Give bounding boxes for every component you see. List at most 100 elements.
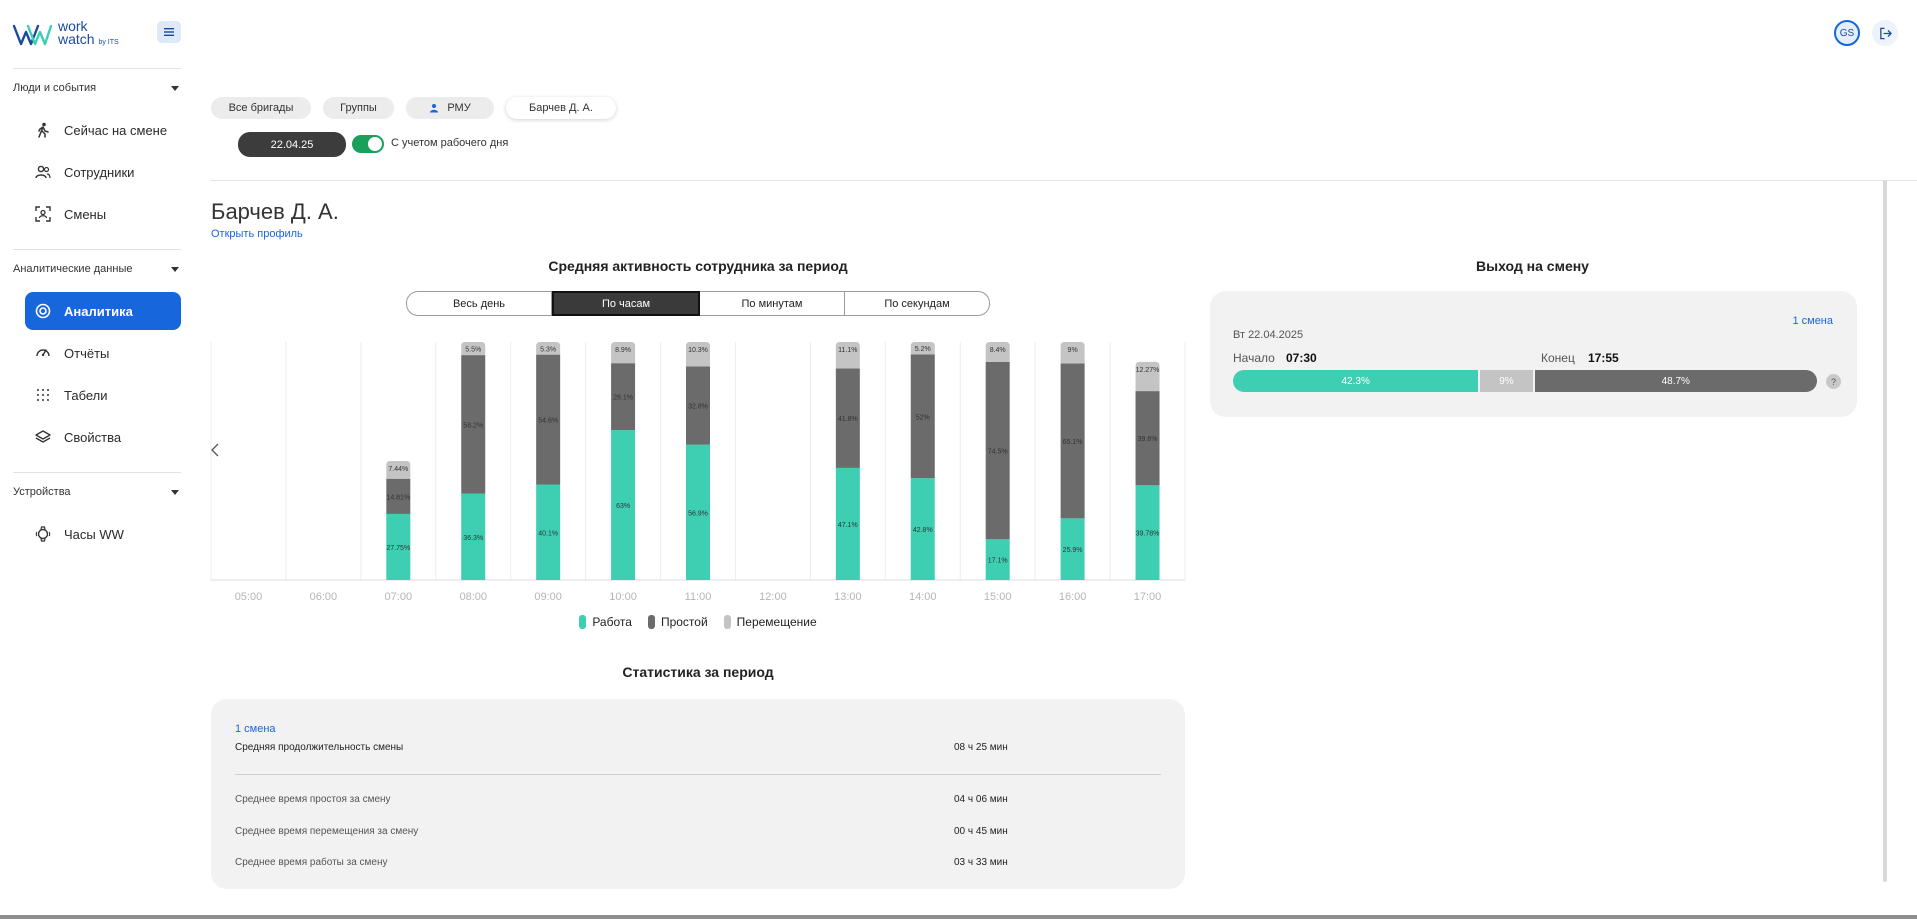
stats-title: Статистика за период — [622, 664, 774, 680]
hamburger-icon — [164, 28, 174, 36]
shift-card: 1 смена Вт 22.04.2025 Начало 07:30 Конец… — [1210, 291, 1857, 417]
shift-date: Вт 22.04.2025 — [1233, 329, 1304, 341]
bar-data-label: 8.9% — [615, 347, 631, 354]
filter-employee[interactable]: Барчев Д. А. — [506, 97, 616, 119]
sidebar-section-devices[interactable]: Устройства — [13, 486, 181, 498]
bar-data-label: 47.1% — [838, 522, 858, 529]
people-icon — [34, 163, 52, 181]
user-avatar[interactable]: GS — [1834, 20, 1860, 46]
sidebar-item-label: Часы WW — [64, 526, 124, 542]
date-picker-button[interactable]: 22.04.25 — [238, 132, 346, 157]
bar-data-label: 36.3% — [463, 535, 483, 542]
bar-data-label: 56.9% — [688, 510, 708, 517]
walking-person-icon — [34, 121, 52, 139]
bar-data-label: 27.75% — [386, 545, 410, 552]
filter-groups[interactable]: Группы — [323, 97, 394, 119]
pill-label: Все бригады — [228, 102, 294, 114]
workday-toggle[interactable] — [352, 135, 384, 153]
employee-name: Барчев Д. А. — [211, 199, 339, 224]
legend-item-idle[interactable]: Простой — [647, 615, 708, 629]
x-tick-label: 07:00 — [385, 591, 413, 603]
help-icon[interactable]: ? — [1826, 374, 1841, 389]
x-tick-label: 16:00 — [1059, 591, 1087, 603]
sidebar-item-timesheets[interactable]: Табели — [25, 376, 181, 414]
sidebar-item-label: Аналитика — [64, 303, 133, 319]
pill-label: Барчев Д. А. — [529, 102, 593, 114]
sidebar-item-analytics[interactable]: Аналитика — [25, 292, 181, 330]
pill-label: Группы — [340, 102, 377, 114]
sidebar-section-people[interactable]: Люди и события — [13, 82, 181, 94]
x-tick-label: 13:00 — [834, 591, 862, 603]
chart-prev-button[interactable] — [208, 440, 222, 460]
toggle-knob — [368, 137, 382, 151]
shift-bar-segment: 48.7% — [1534, 370, 1817, 392]
bar-segment — [686, 342, 710, 367]
bar-data-label: 32.8% — [688, 404, 708, 411]
shift-end-value: 17:55 — [1588, 351, 1619, 365]
sidebar-section-analytics[interactable]: Аналитические данные — [13, 263, 181, 275]
mode-all-day[interactable]: Весь день — [406, 291, 552, 316]
shift-start-value: 07:30 — [1286, 351, 1317, 365]
sidebar: work watch by ITS Люди и события Сейчас … — [0, 0, 192, 919]
bar-data-label: 28.1% — [613, 395, 633, 402]
bar-data-label: 54.6% — [538, 418, 558, 425]
legend-label: Работа — [592, 615, 632, 629]
stats-row-work: Среднее время работы за смену 03 ч 33 ми… — [235, 857, 1161, 868]
x-tick-label: 12:00 — [759, 591, 787, 603]
bar-data-label: 9% — [1068, 347, 1078, 354]
page-scrollbar[interactable] — [1883, 180, 1887, 882]
legend-label: Простой — [660, 615, 708, 629]
x-tick-label: 14:00 — [909, 591, 937, 603]
sidebar-item-employees[interactable]: Сотрудники — [25, 153, 181, 191]
shift-start-label: Начало — [1233, 351, 1275, 365]
sidebar-item-shifts[interactable]: Смены — [25, 195, 181, 233]
shift-number-link[interactable]: 1 смена — [1792, 315, 1833, 327]
bar-data-label: 12.27% — [1136, 367, 1160, 374]
mode-hourly[interactable]: По часам — [552, 291, 700, 316]
bar-data-label: 7.44% — [388, 466, 408, 473]
filter-rmu[interactable]: РМУ — [406, 97, 494, 119]
legend-item-work[interactable]: Работа — [579, 615, 632, 629]
x-tick-label: 11:00 — [685, 591, 712, 603]
chevron-down-icon — [171, 266, 179, 272]
avatar-initials: GS — [1839, 27, 1855, 39]
bar-data-label: 65.1% — [1063, 439, 1083, 446]
bar-segment — [835, 342, 860, 369]
legend-label: Перемещение — [736, 615, 817, 629]
open-profile-link[interactable]: Открыть профиль — [211, 228, 303, 240]
sidebar-item-label: Табели — [64, 387, 108, 403]
bar-data-label: 17.1% — [988, 558, 1008, 565]
shift-title: Выход на смену — [1476, 258, 1589, 274]
x-tick-label: 15:00 — [984, 591, 1012, 603]
bar-data-label: 11.1% — [838, 347, 857, 354]
chevron-down-icon — [171, 489, 179, 495]
mode-minutes[interactable]: По минутам — [700, 291, 845, 316]
stats-value: 00 ч 45 мин — [954, 826, 1008, 837]
stats-row-movement: Среднее время перемещения за смену 00 ч … — [235, 826, 1161, 837]
shift-bar-segment: 9% — [1480, 370, 1533, 392]
sidebar-item-reports[interactable]: Отчёты — [25, 334, 181, 372]
sidebar-item-label: Смены — [64, 206, 107, 222]
chevron-down-icon — [171, 85, 179, 91]
legend-item-movement[interactable]: Перемещение — [723, 615, 817, 629]
mode-seconds[interactable]: По секундам — [845, 291, 990, 316]
app-logo[interactable]: work watch by ITS — [12, 19, 119, 49]
filter-all-brigades[interactable]: Все бригады — [211, 97, 311, 119]
content-divider — [210, 180, 1917, 181]
bar-data-label: 5.2% — [915, 346, 931, 353]
logout-button[interactable] — [1872, 20, 1898, 46]
bar-data-label: 14.81% — [386, 494, 410, 501]
bar-data-label: 39.78% — [1136, 531, 1160, 538]
stats-shift-link[interactable]: 1 смена — [235, 723, 276, 735]
window-bottom-border — [0, 915, 1917, 919]
bar-data-label: 52% — [916, 414, 930, 421]
sidebar-item-on-shift[interactable]: Сейчас на смене — [25, 111, 181, 149]
group-icon — [430, 104, 439, 113]
section-title: Аналитические данные — [13, 263, 133, 275]
chevron-left-icon — [211, 443, 219, 457]
x-tick-label: 08:00 — [459, 591, 487, 603]
menu-toggle-button[interactable] — [157, 21, 181, 43]
sidebar-item-properties[interactable]: Свойства — [25, 418, 181, 456]
sidebar-item-watches[interactable]: Часы WW — [25, 515, 181, 553]
x-tick-label: 06:00 — [310, 591, 338, 603]
